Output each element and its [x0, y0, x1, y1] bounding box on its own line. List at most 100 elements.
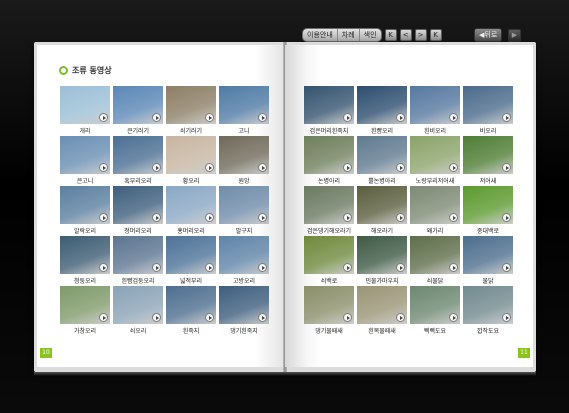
video-thumbnail[interactable]	[357, 86, 407, 124]
play-icon[interactable]	[258, 163, 267, 172]
video-item[interactable]: 노랑부리저어새	[410, 136, 460, 185]
first-page-button[interactable]: K	[384, 29, 397, 41]
play-icon[interactable]	[99, 263, 108, 272]
video-item[interactable]: 황오리	[166, 136, 216, 185]
video-item[interactable]: 흰뺨오리	[357, 86, 407, 135]
menu-contents[interactable]: 차례	[338, 29, 360, 41]
video-thumbnail[interactable]	[60, 286, 110, 324]
play-icon[interactable]	[449, 213, 458, 222]
video-item[interactable]: 댕기흰죽지	[219, 286, 269, 335]
play-icon[interactable]	[152, 163, 161, 172]
play-icon[interactable]	[99, 313, 108, 322]
video-item[interactable]: 왜가리	[410, 186, 460, 235]
video-thumbnail[interactable]	[304, 286, 354, 324]
play-icon[interactable]	[449, 263, 458, 272]
video-thumbnail[interactable]	[60, 236, 110, 274]
video-item[interactable]: 검은댕기해오라기	[304, 186, 354, 235]
video-thumbnail[interactable]	[113, 136, 163, 174]
play-icon[interactable]	[343, 113, 352, 122]
video-item[interactable]: 쇠물닭	[410, 236, 460, 285]
menu-guide[interactable]: 이용안내	[303, 29, 338, 41]
video-thumbnail[interactable]	[219, 136, 269, 174]
play-icon[interactable]	[343, 313, 352, 322]
play-icon[interactable]	[502, 263, 511, 272]
video-item[interactable]: 깝작도요	[463, 286, 513, 335]
video-item[interactable]: 혹부리오리	[113, 136, 163, 185]
video-thumbnail[interactable]	[463, 136, 513, 174]
back-button[interactable]: ◀뒤로	[474, 28, 503, 42]
play-icon[interactable]	[152, 213, 161, 222]
video-thumbnail[interactable]	[410, 186, 460, 224]
video-item[interactable]: 알락오리	[60, 186, 110, 235]
video-thumbnail[interactable]	[463, 286, 513, 324]
video-item[interactable]: 쇠오리	[113, 286, 163, 335]
play-icon[interactable]	[205, 313, 214, 322]
video-item[interactable]: 쇠백로	[304, 236, 354, 285]
video-thumbnail[interactable]	[219, 286, 269, 324]
forward-button[interactable]: ▶	[508, 29, 521, 42]
play-icon[interactable]	[502, 113, 511, 122]
video-thumbnail[interactable]	[304, 186, 354, 224]
video-thumbnail[interactable]	[113, 86, 163, 124]
video-item[interactable]: 저어새	[463, 136, 513, 185]
video-item[interactable]: 발구지	[219, 186, 269, 235]
video-thumbnail[interactable]	[357, 236, 407, 274]
play-icon[interactable]	[502, 313, 511, 322]
video-item[interactable]: 청둥오리	[60, 236, 110, 285]
play-icon[interactable]	[343, 263, 352, 272]
video-thumbnail[interactable]	[463, 236, 513, 274]
video-item[interactable]: 흰비오리	[410, 86, 460, 135]
video-item[interactable]: 물닭	[463, 236, 513, 285]
play-icon[interactable]	[205, 263, 214, 272]
video-item[interactable]: 논병아리	[304, 136, 354, 185]
video-item[interactable]: 큰기러기	[113, 86, 163, 135]
play-icon[interactable]	[396, 213, 405, 222]
video-thumbnail[interactable]	[166, 236, 216, 274]
video-thumbnail[interactable]	[463, 86, 513, 124]
menu-index[interactable]: 색인	[360, 29, 381, 41]
play-icon[interactable]	[205, 113, 214, 122]
video-item[interactable]: 큰고니	[60, 136, 110, 185]
play-icon[interactable]	[502, 213, 511, 222]
video-thumbnail[interactable]	[410, 86, 460, 124]
play-icon[interactable]	[258, 113, 267, 122]
play-icon[interactable]	[396, 113, 405, 122]
video-thumbnail[interactable]	[219, 86, 269, 124]
play-icon[interactable]	[449, 163, 458, 172]
video-item[interactable]: 댕기물떼새	[304, 286, 354, 335]
video-thumbnail[interactable]	[60, 86, 110, 124]
video-item[interactable]: 삑삑도요	[410, 286, 460, 335]
play-icon[interactable]	[396, 313, 405, 322]
play-icon[interactable]	[152, 113, 161, 122]
play-icon[interactable]	[99, 113, 108, 122]
play-icon[interactable]	[205, 163, 214, 172]
video-thumbnail[interactable]	[304, 236, 354, 274]
play-icon[interactable]	[502, 163, 511, 172]
prev-page-button[interactable]: <	[399, 29, 412, 41]
play-icon[interactable]	[396, 263, 405, 272]
play-icon[interactable]	[258, 263, 267, 272]
video-thumbnail[interactable]	[410, 236, 460, 274]
video-item[interactable]: 흰뺨검둥오리	[113, 236, 163, 285]
video-thumbnail[interactable]	[219, 236, 269, 274]
video-item[interactable]: 원앙	[219, 136, 269, 185]
video-item[interactable]: 가창오리	[60, 286, 110, 335]
video-item[interactable]: 넓적부리	[166, 236, 216, 285]
video-thumbnail[interactable]	[113, 236, 163, 274]
video-thumbnail[interactable]	[304, 86, 354, 124]
video-thumbnail[interactable]	[304, 136, 354, 174]
video-item[interactable]: 중대백로	[463, 186, 513, 235]
play-icon[interactable]	[396, 163, 405, 172]
video-thumbnail[interactable]	[463, 186, 513, 224]
video-thumbnail[interactable]	[219, 186, 269, 224]
video-item[interactable]: 쇠기러기	[166, 86, 216, 135]
video-item[interactable]: 개리	[60, 86, 110, 135]
video-thumbnail[interactable]	[166, 286, 216, 324]
play-icon[interactable]	[99, 213, 108, 222]
video-item[interactable]: 비오리	[463, 86, 513, 135]
video-thumbnail[interactable]	[166, 136, 216, 174]
play-icon[interactable]	[99, 163, 108, 172]
video-thumbnail[interactable]	[166, 86, 216, 124]
video-item[interactable]: 민물가마우지	[357, 236, 407, 285]
video-thumbnail[interactable]	[113, 286, 163, 324]
